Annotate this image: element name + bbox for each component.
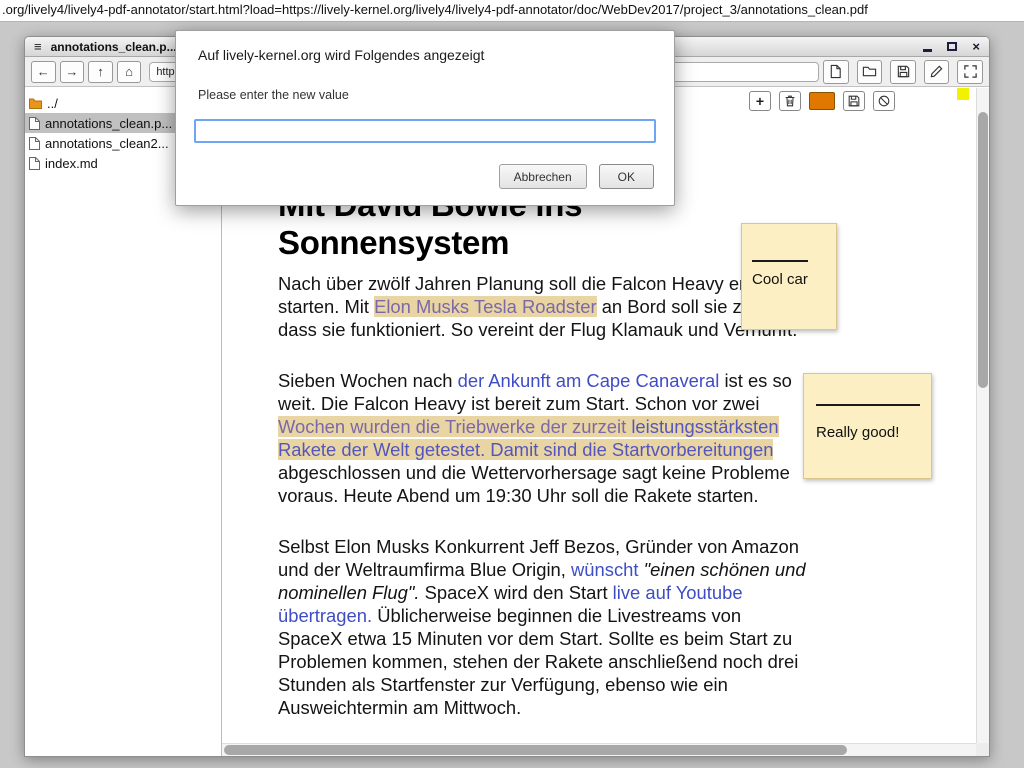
- dialog-input[interactable]: [194, 119, 656, 143]
- save-annotations-button[interactable]: [843, 91, 865, 111]
- back-button[interactable]: ←: [31, 61, 56, 83]
- note-underline: [752, 260, 808, 262]
- pdf-heading-line2: Sonnensystem: [278, 224, 509, 261]
- minimize-icon: [923, 49, 932, 52]
- horizontal-scrollbar[interactable]: [222, 743, 976, 756]
- up-button[interactable]: ↑: [88, 61, 113, 83]
- close-button[interactable]: ×: [972, 40, 980, 53]
- sticky-note[interactable]: Cool car: [741, 223, 837, 330]
- new-file-icon: [828, 64, 843, 79]
- vertical-scrollbar[interactable]: [976, 88, 989, 743]
- file-name: annotations_clean2...: [45, 136, 169, 151]
- file-icon: [29, 117, 40, 130]
- save-icon: [847, 94, 861, 108]
- trash-icon: [783, 94, 797, 108]
- pdf-text-segment: Sieben Wochen nach: [278, 370, 458, 391]
- sticky-note[interactable]: Really good!: [803, 373, 932, 479]
- vertical-scroll-thumb[interactable]: [978, 112, 988, 388]
- pdf-text-segment: SpaceX wird den Start: [419, 582, 612, 603]
- save-icon: [896, 64, 911, 79]
- file-icon: [29, 157, 40, 170]
- forward-button[interactable]: →: [60, 61, 85, 83]
- color-indicator[interactable]: [957, 88, 969, 100]
- home-button[interactable]: ⌂: [117, 61, 142, 83]
- hamburger-menu-icon[interactable]: ≡: [34, 40, 42, 53]
- dialog-prompt: Please enter the new value: [198, 88, 349, 102]
- pdf-highlight-annotation[interactable]: Damit sind die Startvorbereitungen: [485, 439, 773, 460]
- window-title: annotations_clean.p...: [51, 40, 177, 54]
- file-name: annotations_clean.p...: [45, 116, 172, 131]
- block-icon: [877, 94, 891, 108]
- expand-icon: [963, 64, 978, 79]
- pdf-link[interactable]: der Ankunft am Cape Canaveral: [458, 370, 720, 391]
- cancel-annotation-button[interactable]: [873, 91, 895, 111]
- maximize-button[interactable]: [947, 42, 957, 51]
- maximize-icon: [947, 42, 957, 51]
- edit-button[interactable]: [924, 60, 950, 84]
- browser-url-text: .org/lively4/lively4-pdf-annotator/start…: [2, 2, 868, 17]
- note-text: Really good!: [816, 424, 919, 441]
- cancel-button[interactable]: Abbrechen: [499, 164, 587, 189]
- pdf-paragraph: Sieben Wochen nach der Ankunft am Cape C…: [278, 369, 810, 507]
- folder-icon: [29, 98, 42, 109]
- note-underline: [816, 404, 920, 406]
- pdf-highlight-annotation[interactable]: Elon Musks Tesla Roadster: [374, 296, 597, 317]
- window-controls: ×: [923, 40, 980, 53]
- pencil-icon: [929, 64, 944, 79]
- save-button[interactable]: [890, 60, 916, 84]
- open-folder-button[interactable]: [857, 60, 883, 84]
- minimize-button[interactable]: [923, 42, 932, 52]
- pdf-link[interactable]: wünscht: [571, 559, 638, 580]
- javascript-prompt-dialog: Auf lively-kernel.org wird Folgendes ang…: [175, 30, 675, 206]
- add-annotation-button[interactable]: +: [749, 91, 771, 111]
- file-name: index.md: [45, 156, 98, 171]
- pdf-paragraph: Nach über zwölf Jahren Planung soll die …: [278, 272, 810, 341]
- fullscreen-button[interactable]: [957, 60, 983, 84]
- note-text: Cool car: [752, 271, 826, 288]
- scrollbar-corner: [976, 743, 989, 756]
- new-file-button[interactable]: [823, 60, 849, 84]
- delete-annotation-button[interactable]: [779, 91, 801, 111]
- annotation-toolbar: +: [749, 91, 895, 111]
- dialog-buttons: Abbrechen OK: [499, 164, 654, 189]
- browser-location-bar[interactable]: .org/lively4/lively4-pdf-annotator/start…: [0, 0, 1024, 22]
- pdf-paragraph: Selbst Elon Musks Konkurrent Jeff Bezos,…: [278, 535, 810, 719]
- pdf-page: Mit David Bowie ins Sonnensystem Nach üb…: [278, 186, 810, 747]
- pdf-text-segment: abgeschlossen und die Wettervorhersage s…: [278, 462, 790, 506]
- pdf-highlight-annotation[interactable]: Wochen wurden die Triebwerke der zurzeit: [278, 416, 631, 437]
- dialog-title: Auf lively-kernel.org wird Folgendes ang…: [198, 47, 484, 63]
- highlight-color-swatch[interactable]: [809, 92, 835, 110]
- ok-button[interactable]: OK: [599, 164, 654, 189]
- file-icon: [29, 137, 40, 150]
- file-name: ../: [47, 96, 58, 111]
- folder-icon: [862, 64, 877, 79]
- horizontal-scroll-thumb[interactable]: [224, 745, 847, 755]
